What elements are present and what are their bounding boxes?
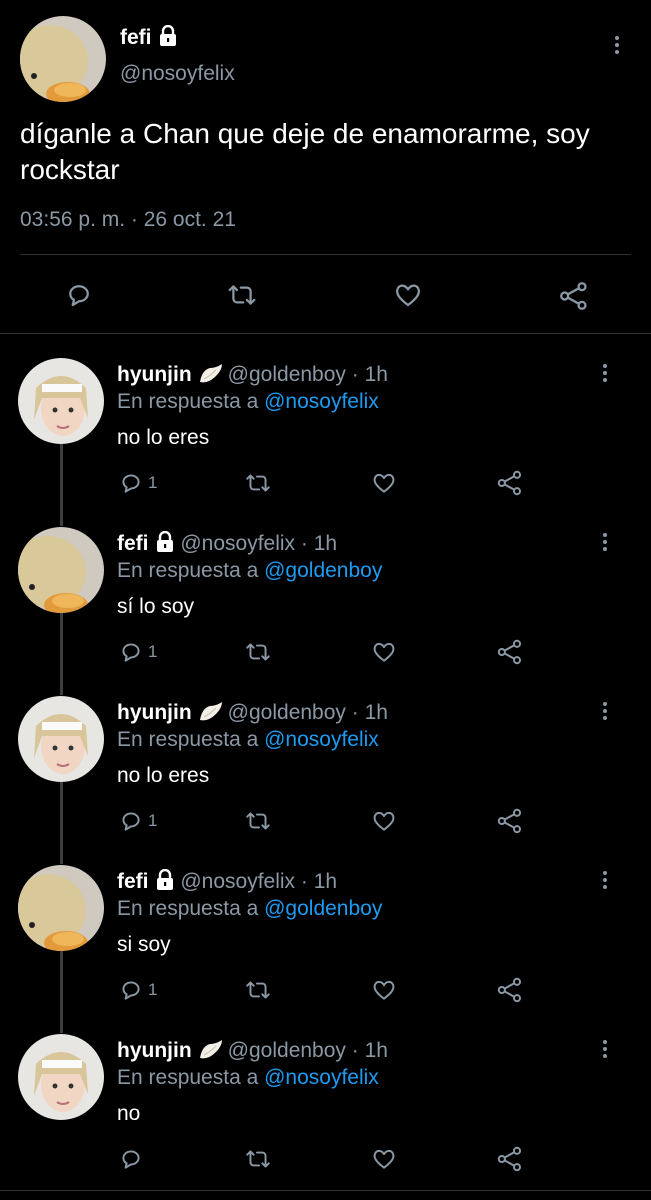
- reply-icon[interactable]: 1: [118, 977, 157, 1003]
- reply-count: 1: [148, 811, 158, 830]
- reply-icon[interactable]: 1: [118, 470, 157, 496]
- reply-icon[interactable]: 1: [118, 808, 157, 834]
- reply-text: no: [117, 1102, 141, 1125]
- reply-icon[interactable]: 1: [118, 639, 157, 665]
- wing-icon: [198, 362, 224, 386]
- reply-tweet[interactable]: fefi @nosoyfelix · 1h En respuesta a @go…: [0, 865, 651, 1015]
- reply-header: hyunjin @goldenboy · 1h: [117, 1038, 388, 1063]
- retweet-icon[interactable]: [244, 977, 272, 1003]
- reply-tweet[interactable]: fefi @nosoyfelix · 1h En respuesta a @go…: [0, 527, 651, 677]
- like-icon[interactable]: [370, 1146, 398, 1172]
- divider: [0, 1190, 651, 1191]
- like-icon[interactable]: [370, 808, 398, 834]
- author-meta[interactable]: @goldenboy · 1h: [228, 1039, 388, 1062]
- divider: [0, 333, 651, 334]
- share-icon[interactable]: [496, 807, 524, 835]
- more-options-icon[interactable]: [602, 1040, 608, 1061]
- reply-count: 1: [148, 473, 158, 492]
- retweet-icon[interactable]: [226, 280, 258, 310]
- avatar[interactable]: [18, 527, 104, 613]
- author-name[interactable]: fefi: [120, 25, 178, 50]
- like-icon[interactable]: [392, 280, 424, 310]
- share-icon[interactable]: [496, 469, 524, 497]
- author-name[interactable]: fefi: [117, 870, 149, 893]
- mention-link[interactable]: @goldenboy: [264, 559, 382, 582]
- reply-header: fefi @nosoyfelix · 1h: [117, 531, 337, 556]
- author-handle[interactable]: @nosoyfelix: [120, 62, 235, 86]
- lock-icon: [155, 869, 175, 891]
- retweet-icon[interactable]: [244, 470, 272, 496]
- reply-icon[interactable]: [64, 280, 94, 310]
- avatar[interactable]: [20, 16, 106, 102]
- reply-count: 1: [148, 980, 158, 999]
- reply-header: fefi @nosoyfelix · 1h: [117, 869, 337, 894]
- author-meta[interactable]: @goldenboy · 1h: [228, 701, 388, 724]
- share-icon[interactable]: [496, 976, 524, 1004]
- reply-context: En respuesta a @goldenboy: [117, 559, 383, 582]
- reply-actions: 1: [0, 458, 651, 502]
- reply-context: En respuesta a @nosoyfelix: [117, 390, 379, 413]
- more-options-icon[interactable]: [602, 364, 608, 385]
- share-icon[interactable]: [496, 1145, 524, 1173]
- author-name[interactable]: hyunjin: [117, 701, 192, 724]
- more-options-icon[interactable]: [602, 533, 608, 554]
- avatar[interactable]: [18, 696, 104, 782]
- mention-link[interactable]: @goldenboy: [264, 897, 382, 920]
- reply-actions: [0, 1134, 651, 1178]
- reply-header: hyunjin @goldenboy · 1h: [117, 362, 388, 387]
- avatar[interactable]: [18, 865, 104, 951]
- retweet-icon[interactable]: [244, 808, 272, 834]
- retweet-icon[interactable]: [244, 639, 272, 665]
- avatar[interactable]: [18, 358, 104, 444]
- share-icon[interactable]: [496, 638, 524, 666]
- lock-icon: [158, 25, 178, 47]
- lock-icon: [155, 531, 175, 553]
- reply-text: no lo eres: [117, 764, 210, 787]
- mention-link[interactable]: @nosoyfelix: [264, 1066, 379, 1089]
- reply-text: sí lo soy: [117, 595, 195, 618]
- reply-tweet[interactable]: hyunjin @goldenboy · 1h En respuesta a @n…: [0, 358, 651, 508]
- reply-actions: 1: [0, 796, 651, 840]
- more-options-icon[interactable]: [602, 871, 608, 892]
- like-icon[interactable]: [370, 639, 398, 665]
- mention-link[interactable]: @nosoyfelix: [264, 390, 379, 413]
- reply-context: En respuesta a @nosoyfelix: [117, 1066, 379, 1089]
- reply-context: En respuesta a @goldenboy: [117, 897, 383, 920]
- more-options-icon[interactable]: [614, 36, 620, 57]
- reply-text: si soy: [117, 933, 171, 956]
- author-name[interactable]: hyunjin: [117, 1039, 192, 1062]
- reply-count: 1: [148, 642, 158, 661]
- author-meta[interactable]: @nosoyfelix · 1h: [180, 870, 337, 893]
- tweet-text: díganle a Chan que deje de enamorarme, s…: [20, 118, 590, 185]
- wing-icon: [198, 1038, 224, 1062]
- divider: [20, 254, 631, 255]
- reply-header: hyunjin @goldenboy · 1h: [117, 700, 388, 725]
- reply-actions: 1: [0, 965, 651, 1009]
- reply-icon[interactable]: [118, 1146, 148, 1172]
- tweet-timestamp: 03:56 p. m. · 26 oct. 21: [20, 208, 236, 231]
- author-name[interactable]: hyunjin: [117, 363, 192, 386]
- like-icon[interactable]: [370, 470, 398, 496]
- wing-icon: [198, 700, 224, 724]
- more-options-icon[interactable]: [602, 702, 608, 723]
- author-meta[interactable]: @nosoyfelix · 1h: [180, 532, 337, 555]
- reply-tweet[interactable]: hyunjin @goldenboy · 1h En respuesta a @n…: [0, 1034, 651, 1184]
- author-name[interactable]: fefi: [117, 532, 149, 555]
- like-icon[interactable]: [370, 977, 398, 1003]
- retweet-icon[interactable]: [244, 1146, 272, 1172]
- reply-context: En respuesta a @nosoyfelix: [117, 728, 379, 751]
- reply-text: no lo eres: [117, 426, 210, 449]
- reply-tweet[interactable]: hyunjin @goldenboy · 1h En respuesta a @n…: [0, 696, 651, 846]
- share-icon[interactable]: [558, 280, 590, 312]
- reply-actions: 1: [0, 627, 651, 671]
- mention-link[interactable]: @nosoyfelix: [264, 728, 379, 751]
- author-meta[interactable]: @goldenboy · 1h: [228, 363, 388, 386]
- tweet-actions: [0, 268, 651, 320]
- avatar[interactable]: [18, 1034, 104, 1120]
